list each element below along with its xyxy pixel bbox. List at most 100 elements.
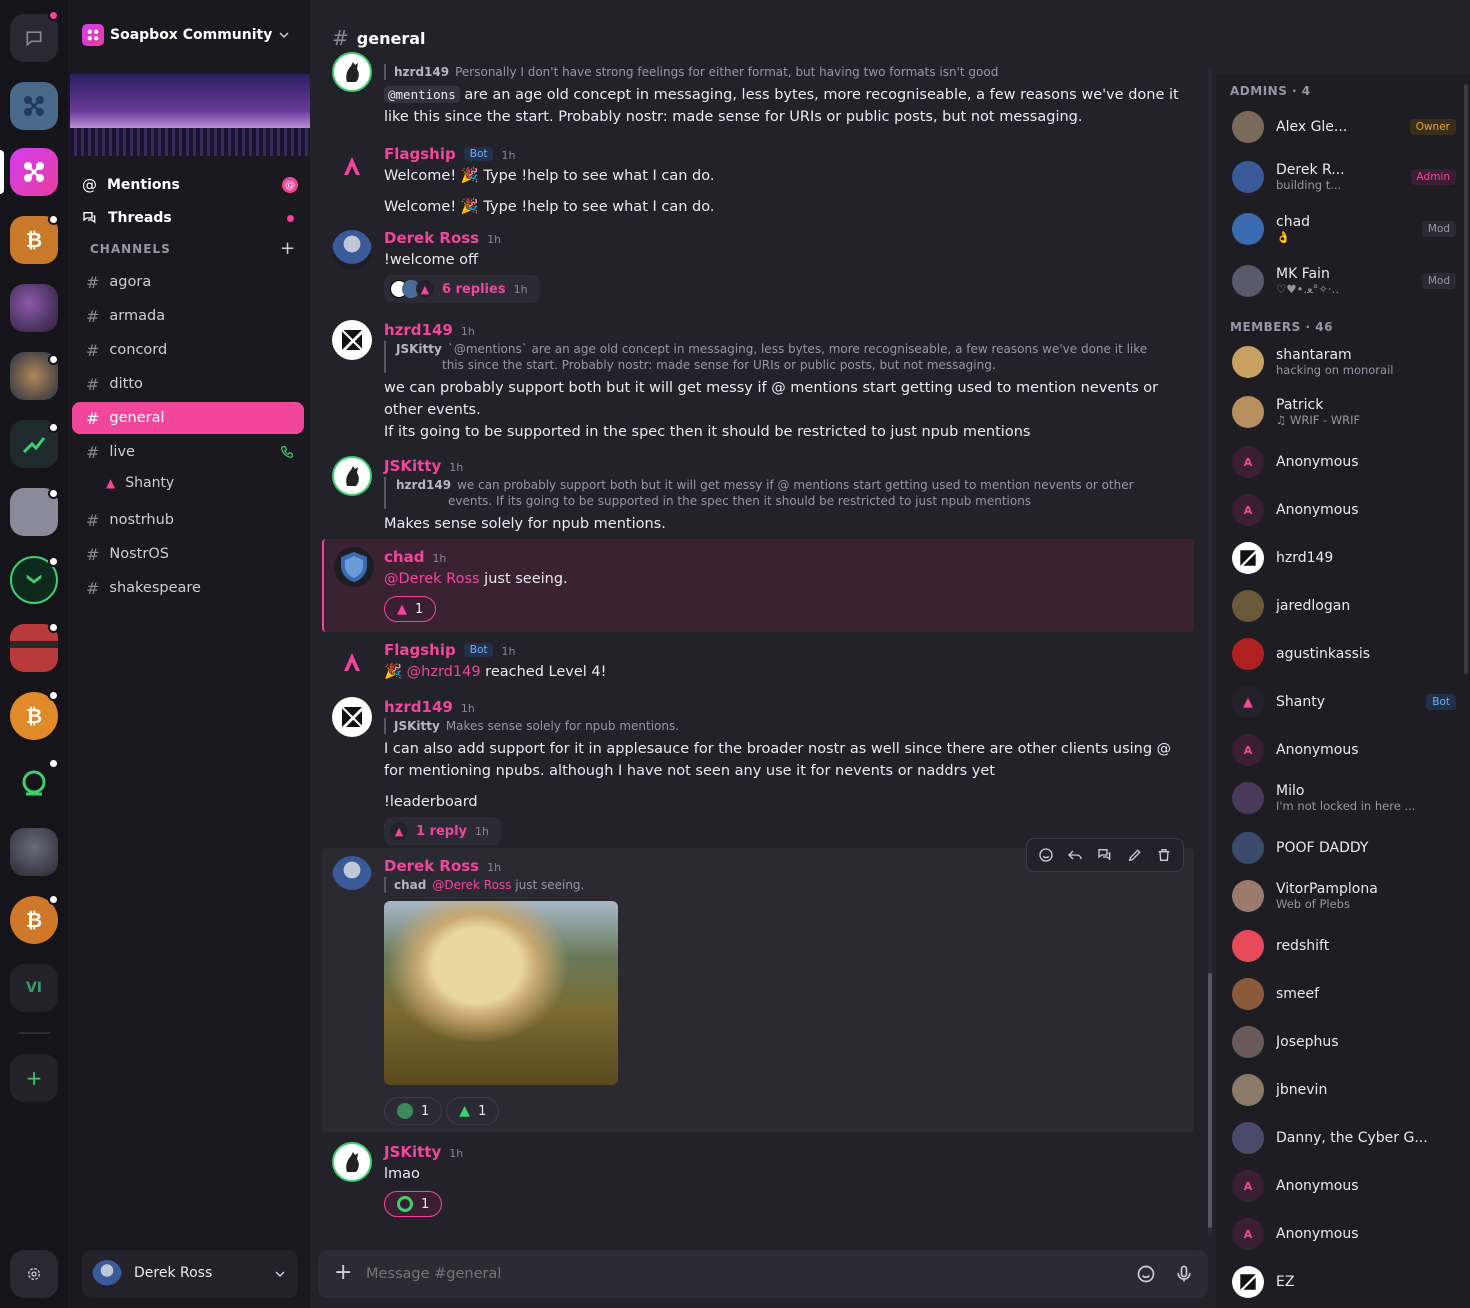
member-avatar bbox=[1232, 832, 1264, 864]
channel-agora[interactable]: # agora bbox=[72, 266, 304, 298]
voice-participant[interactable]: ▲ Shanty bbox=[106, 468, 174, 498]
author-name[interactable]: Derek Ross bbox=[384, 229, 479, 247]
user-panel[interactable]: Derek Ross bbox=[82, 1250, 298, 1298]
member-row[interactable]: Patrick ♫ WRIF - WRIF bbox=[1232, 396, 1456, 428]
reaction-button[interactable]: 1 bbox=[384, 1097, 443, 1125]
member-row[interactable]: smeef bbox=[1232, 978, 1456, 1010]
reply-preview[interactable]: chad @Derek Ross just seeing. bbox=[384, 877, 1182, 893]
channel-nostros[interactable]: # NostrOS bbox=[72, 538, 304, 570]
channel-name: armada bbox=[109, 308, 166, 324]
settings-button[interactable] bbox=[10, 1250, 58, 1298]
reaction-button[interactable]: ▲ 1 bbox=[384, 596, 437, 622]
member-name: POOF DADDY bbox=[1276, 840, 1369, 856]
author-name[interactable]: Derek Ross bbox=[384, 857, 479, 875]
reaction-button[interactable]: 1 bbox=[384, 1191, 443, 1217]
avatar-derek-ross[interactable] bbox=[332, 856, 372, 896]
member-row[interactable]: shantaram hacking on monorail bbox=[1232, 346, 1456, 378]
member-row[interactable]: agustinkassis bbox=[1232, 638, 1456, 670]
member-row[interactable]: A Anonymous bbox=[1232, 1170, 1456, 1202]
add-channel-button[interactable]: + bbox=[280, 238, 295, 259]
member-row[interactable]: jbnevin bbox=[1232, 1074, 1456, 1106]
server-icon-ostrich[interactable] bbox=[10, 828, 58, 876]
member-row[interactable]: A Anonymous bbox=[1232, 734, 1456, 766]
member-row[interactable]: Milo I'm not locked in here ... bbox=[1232, 782, 1456, 814]
server-icon-bird[interactable] bbox=[10, 284, 58, 332]
avatar-chad[interactable] bbox=[334, 547, 374, 587]
avatar-jskitty[interactable] bbox=[332, 1142, 372, 1182]
member-row[interactable]: Alex Gle... Owner bbox=[1232, 111, 1456, 143]
unread-dot bbox=[48, 622, 59, 633]
reply-preview[interactable]: JSKitty Makes sense solely for npub menti… bbox=[384, 718, 1182, 734]
timestamp: 1h bbox=[460, 325, 475, 338]
channel-concord[interactable]: # concord bbox=[72, 334, 304, 366]
avatar-jskitty[interactable] bbox=[332, 456, 372, 496]
user-mention[interactable]: @hzrd149 bbox=[407, 664, 481, 680]
member-avatar bbox=[1232, 1074, 1264, 1106]
reply-preview[interactable]: hzrd149 Personally I don't have strong fe… bbox=[384, 64, 1182, 80]
thread-summary[interactable]: ▲ 6 replies 1h bbox=[384, 275, 540, 303]
member-row[interactable]: chad 👌 Mod bbox=[1232, 213, 1456, 245]
member-name: MK Fain bbox=[1276, 266, 1330, 282]
member-row[interactable]: jaredlogan bbox=[1232, 590, 1456, 622]
member-row[interactable]: Danny, the Cyber G... bbox=[1232, 1122, 1456, 1154]
author-name[interactable]: chad bbox=[384, 548, 424, 566]
scrollbar-track[interactable] bbox=[1208, 68, 1212, 1236]
member-row[interactable]: redshift bbox=[1232, 930, 1456, 962]
member-row[interactable]: EZ bbox=[1232, 1266, 1456, 1298]
author-name[interactable]: hzrd149 bbox=[384, 321, 453, 339]
dm-button[interactable] bbox=[10, 14, 58, 62]
members-scrollbar[interactable] bbox=[1464, 84, 1468, 674]
member-row[interactable]: Josephus bbox=[1232, 1026, 1456, 1058]
server-icon-1[interactable] bbox=[10, 82, 58, 130]
thread-reply-count: 1 reply bbox=[416, 823, 468, 839]
message-input[interactable] bbox=[366, 1262, 1126, 1286]
avatar-flagship[interactable] bbox=[332, 642, 372, 682]
member-row[interactable]: Derek R... building t... Admin bbox=[1232, 161, 1456, 193]
user-mention[interactable]: @Derek Ross bbox=[384, 571, 480, 587]
member-row[interactable]: A Anonymous bbox=[1232, 494, 1456, 526]
author-name[interactable]: Flagship bbox=[384, 641, 456, 659]
channel-general[interactable]: # general bbox=[72, 402, 304, 434]
avatar-jskitty[interactable] bbox=[332, 52, 372, 92]
thread-summary[interactable]: ▲ 1 reply 1h bbox=[384, 817, 502, 845]
member-row[interactable]: MK Fain ♡♥•.ﻌ°✧·.. Mod bbox=[1232, 265, 1456, 297]
add-server-button[interactable]: + bbox=[10, 1054, 58, 1102]
member-row[interactable]: A Anonymous bbox=[1232, 446, 1456, 478]
author-name[interactable]: hzrd149 bbox=[384, 698, 453, 716]
mentions-link[interactable]: @ Mentions @ bbox=[82, 176, 298, 194]
threads-link[interactable]: Threads bbox=[82, 210, 298, 226]
member-row[interactable]: A Anonymous bbox=[1232, 1218, 1456, 1250]
author-name[interactable]: Flagship bbox=[384, 145, 456, 163]
author-name[interactable]: JSKitty bbox=[384, 457, 441, 475]
server-header[interactable]: Soapbox Community bbox=[82, 24, 290, 46]
channel-armada[interactable]: # armada bbox=[72, 300, 304, 332]
channel-nostrhub[interactable]: # nostrhub bbox=[72, 504, 304, 536]
channel-live[interactable]: # live bbox=[72, 436, 304, 468]
avatar-hzrd149[interactable] bbox=[332, 697, 372, 737]
channel-ditto[interactable]: # ditto bbox=[72, 368, 304, 400]
avatar-hzrd149[interactable] bbox=[332, 320, 372, 360]
reply-preview[interactable]: JSKitty `@mentions` are an age old concep… bbox=[384, 341, 1182, 373]
avatar-derek-ross[interactable] bbox=[332, 230, 372, 270]
reply-preview[interactable]: hzrd149 we can probably support both but … bbox=[384, 477, 1182, 509]
author-name[interactable]: JSKitty bbox=[384, 1143, 441, 1161]
attach-button[interactable]: + bbox=[334, 1260, 352, 1285]
server-icon-soapbox[interactable] bbox=[10, 148, 58, 196]
scrollbar-thumb[interactable] bbox=[1208, 973, 1212, 1228]
member-name: VitorPamplona bbox=[1276, 881, 1378, 897]
member-row[interactable]: ▲ Shanty Bot bbox=[1232, 686, 1456, 718]
member-row[interactable]: hzrd149 bbox=[1232, 542, 1456, 574]
avatar-flagship[interactable] bbox=[332, 146, 372, 186]
member-row[interactable]: POOF DADDY bbox=[1232, 832, 1456, 864]
member-avatar bbox=[1232, 880, 1264, 912]
member-avatar: A bbox=[1232, 1218, 1264, 1250]
microphone-icon[interactable] bbox=[1174, 1264, 1194, 1284]
message-hovered: Derek Ross 1h chad @Derek Ross just seeing… bbox=[322, 838, 1194, 1132]
reaction-button[interactable]: ▲ 1 bbox=[446, 1097, 500, 1125]
image-attachment[interactable] bbox=[384, 901, 618, 1085]
member-row[interactable]: VitorPamplona Web of Plebs bbox=[1232, 880, 1456, 912]
server-icon-vi[interactable]: VI bbox=[10, 964, 58, 1012]
channel-shakespeare[interactable]: # shakespeare bbox=[72, 572, 304, 604]
emoji-icon[interactable] bbox=[1136, 1264, 1156, 1284]
member-list: ADMINS · 4 MEMBERS · 46 Alex Gle... Owner… bbox=[1216, 0, 1470, 1308]
